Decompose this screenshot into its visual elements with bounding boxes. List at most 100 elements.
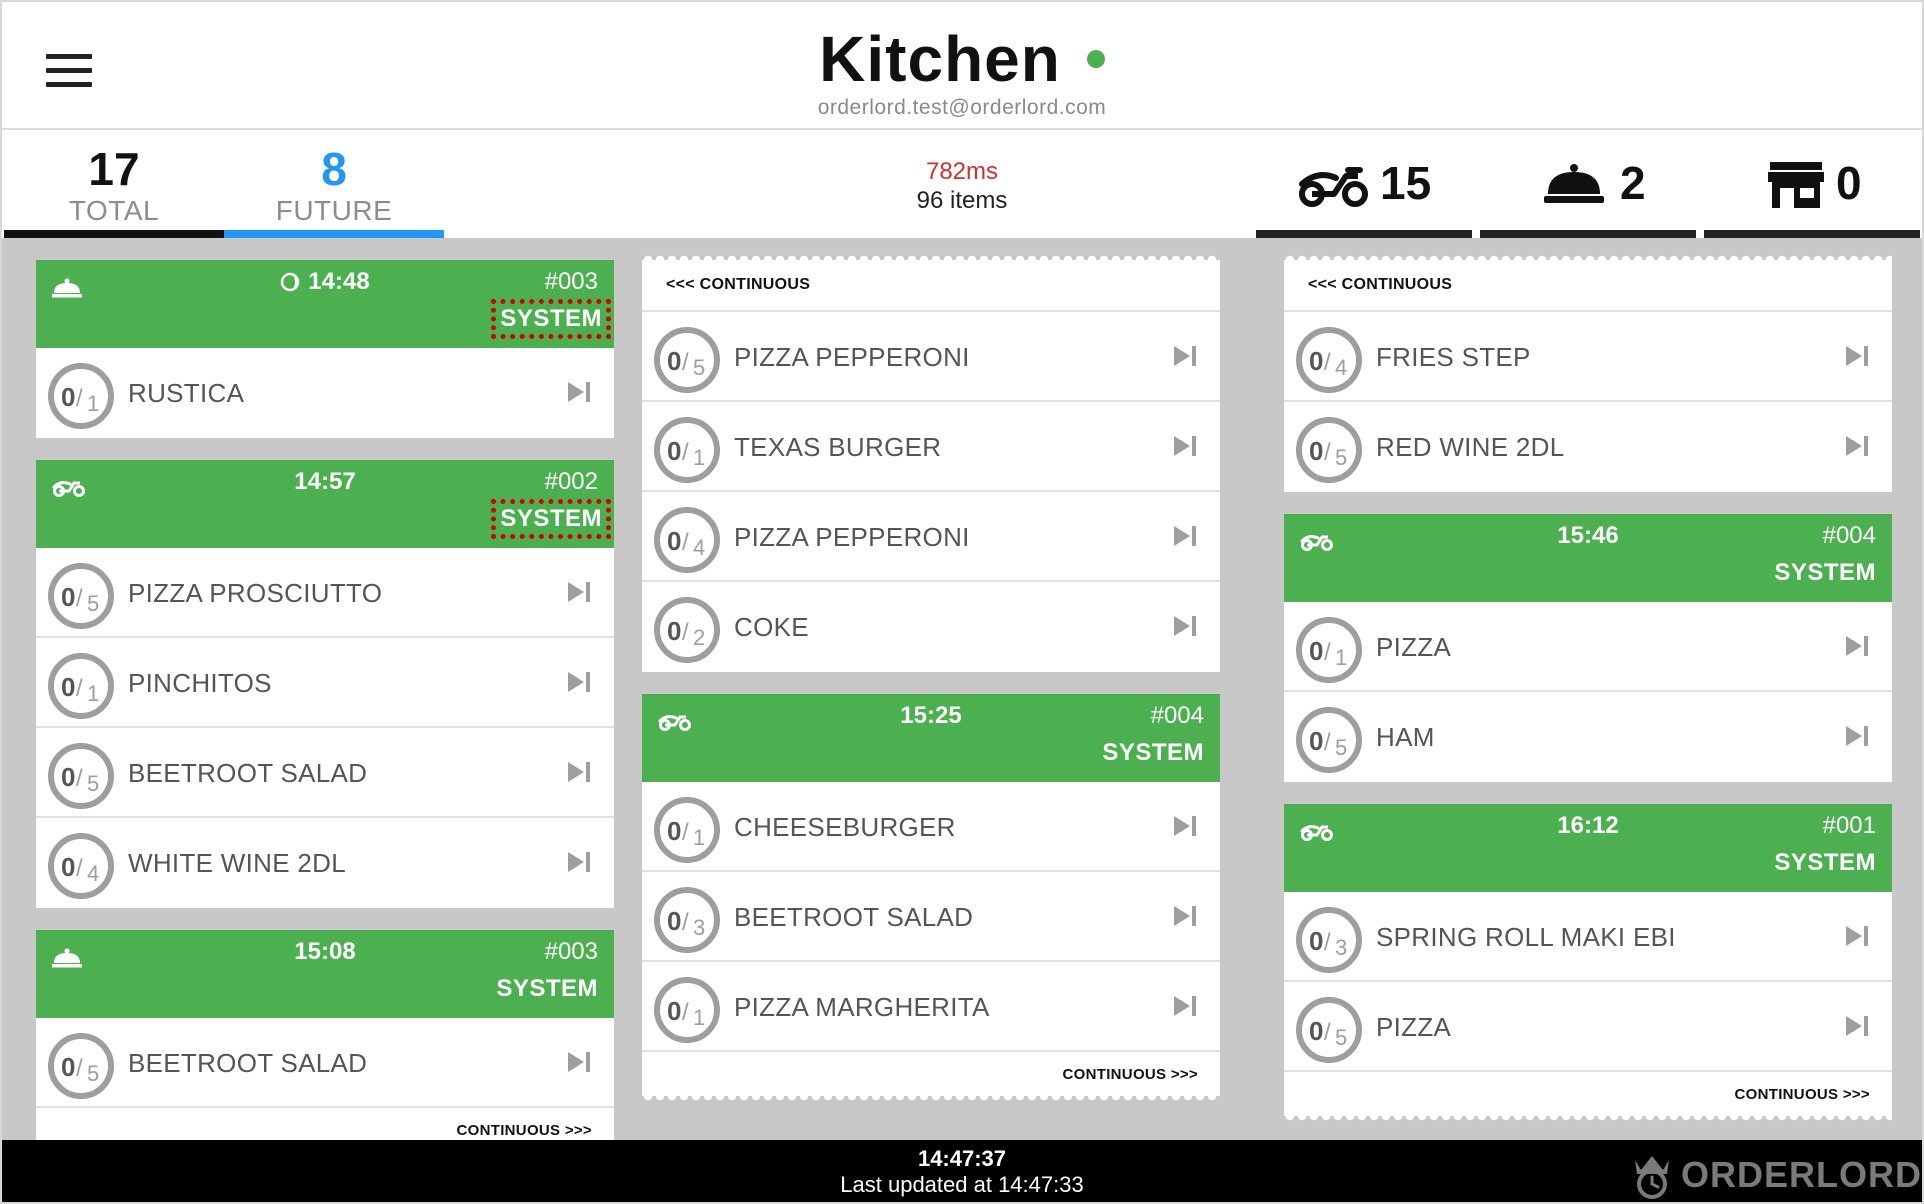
order-item-row[interactable]: 0/3 SPRING ROLL MAKI EBI (1284, 892, 1892, 982)
quantity-progress[interactable]: 0/5 (654, 327, 720, 393)
item-name: CHEESEBURGER (734, 812, 956, 842)
quantity-progress[interactable]: 0/5 (1296, 707, 1362, 773)
future-count: 8 (321, 143, 347, 195)
continues-label-bar: CONTINUOUS >>> (1284, 1072, 1892, 1116)
order-item-row[interactable]: 0/1 TEXAS BURGER (642, 402, 1220, 492)
quantity-total: 5 (693, 355, 706, 380)
skip-next-icon[interactable] (566, 670, 592, 694)
total-label: TOTAL (68, 195, 160, 226)
tab-future[interactable]: 8 FUTURE (224, 132, 444, 238)
quantity-progress[interactable]: 0/5 (48, 1033, 114, 1099)
takeaway-filter[interactable]: 2 (1480, 132, 1696, 238)
quantity-separator: / (76, 765, 83, 792)
order-item-row[interactable]: 0/4 WHITE WINE 2DL (36, 818, 614, 908)
dine-in-filter[interactable]: 0 (1704, 132, 1920, 238)
order-item-row[interactable]: 0/5 RED WINE 2DL (1284, 402, 1892, 492)
skip-next-icon[interactable] (1172, 434, 1198, 458)
order-ticket: 14:57 #002 SYSTEM 0/5 PIZZA PROSCIUTTO 0/1 PIN… (36, 460, 614, 908)
skip-next-icon[interactable] (1172, 994, 1198, 1018)
item-name: WHITE WINE 2DL (128, 848, 346, 878)
ticket-continuation: <<< CONTINUOUS 0/5 PIZZA PEPPERONI 0/1 TEXAS… (642, 254, 1220, 672)
counter-underline (1480, 230, 1696, 238)
quantity-progress[interactable]: 0/5 (1296, 417, 1362, 483)
order-item-row[interactable]: 0/4 PIZZA PEPPERONI (642, 492, 1220, 582)
ticket-header[interactable]: 14:48 #003 SYSTEM (36, 260, 614, 348)
skip-next-icon[interactable] (1172, 524, 1198, 548)
ticket-header[interactable]: 15:25 #004 SYSTEM (642, 694, 1220, 782)
quantity-progress[interactable]: 0/2 (654, 597, 720, 663)
tab-indicator (4, 230, 224, 238)
counter-underline (1704, 230, 1920, 238)
order-item-row[interactable]: 0/3 BEETROOT SALAD (642, 872, 1220, 962)
torn-edge (1284, 1116, 1892, 1122)
quantity-separator: / (682, 529, 689, 556)
quantity-done: 0 (61, 1052, 76, 1082)
order-item-row[interactable]: 0/4 FRIES STEP (1284, 312, 1892, 402)
order-item-row[interactable]: 0/5 PIZZA PEPPERONI (642, 312, 1220, 402)
torn-edge (642, 1096, 1220, 1102)
quantity-progress[interactable]: 0/5 (1296, 997, 1362, 1063)
quantity-progress[interactable]: 0/1 (48, 653, 114, 719)
quantity-progress[interactable]: 0/4 (48, 833, 114, 899)
order-ticket: 14:48 #003 SYSTEM 0/1 RUSTICA (36, 260, 614, 438)
item-name: RUSTICA (128, 378, 245, 408)
skip-next-icon[interactable] (1844, 924, 1870, 948)
quantity-total: 5 (1335, 735, 1348, 760)
quantity-progress[interactable]: 0/1 (48, 363, 114, 429)
quantity-progress[interactable]: 0/3 (654, 887, 720, 953)
quantity-done: 0 (667, 346, 682, 376)
order-item-row[interactable]: 0/1 PINCHITOS (36, 638, 614, 728)
skip-next-icon[interactable] (566, 850, 592, 874)
skip-next-icon[interactable] (566, 380, 592, 404)
quantity-progress[interactable]: 0/1 (654, 417, 720, 483)
order-item-row[interactable]: 0/5 PIZZA (1284, 982, 1892, 1072)
ticket-header[interactable]: 14:57 #002 SYSTEM (36, 460, 614, 548)
skip-next-icon[interactable] (1172, 344, 1198, 368)
skip-next-icon[interactable] (566, 760, 592, 784)
quantity-separator: / (1324, 929, 1331, 956)
skip-next-icon[interactable] (566, 580, 592, 604)
ticket-header[interactable]: 15:46 #004 SYSTEM (1284, 514, 1892, 602)
order-item-row[interactable]: 0/5 PIZZA PROSCIUTTO (36, 548, 614, 638)
quantity-progress[interactable]: 0/4 (654, 507, 720, 573)
skip-next-icon[interactable] (1844, 344, 1870, 368)
order-item-row[interactable]: 0/1 RUSTICA (36, 348, 614, 438)
order-item-row[interactable]: 0/5 HAM (1284, 692, 1892, 782)
ticket-header[interactable]: 16:12 #001 SYSTEM (1284, 804, 1892, 892)
skip-next-icon[interactable] (1172, 614, 1198, 638)
delivery-filter[interactable]: 15 (1256, 132, 1472, 238)
order-item-row[interactable]: 0/1 PIZZA MARGHERITA (642, 962, 1220, 1052)
quantity-progress[interactable]: 0/5 (48, 563, 114, 629)
quantity-progress[interactable]: 0/1 (654, 797, 720, 863)
skip-next-icon[interactable] (566, 1050, 592, 1074)
total-count: 17 (88, 143, 140, 195)
skip-next-icon[interactable] (1844, 634, 1870, 658)
quantity-progress[interactable]: 0/4 (1296, 327, 1362, 393)
skip-next-icon[interactable] (1172, 814, 1198, 838)
tab-total[interactable]: 17 TOTAL (4, 132, 224, 238)
quantity-progress[interactable]: 0/5 (48, 743, 114, 809)
skip-next-icon[interactable] (1172, 904, 1198, 928)
ticket-header[interactable]: 15:08 #003 SYSTEM (36, 930, 614, 1018)
order-source-badge: SYSTEM (491, 499, 611, 539)
brand-logo: ORDERLORD (1627, 1152, 1922, 1199)
order-item-row[interactable]: 0/1 PIZZA (1284, 602, 1892, 692)
quantity-total: 4 (1335, 355, 1348, 380)
quantity-total: 1 (693, 445, 706, 470)
continued-label: <<< CONTINUOUS (666, 276, 811, 293)
continued-label-bar: <<< CONTINUOUS (1284, 260, 1892, 312)
quantity-progress[interactable]: 0/1 (1296, 617, 1362, 683)
order-item-row[interactable]: 0/5 BEETROOT SALAD (36, 1018, 614, 1108)
order-item-row[interactable]: 0/5 BEETROOT SALAD (36, 728, 614, 818)
dine-in-count: 0 (1836, 157, 1862, 209)
quantity-total: 4 (693, 535, 706, 560)
quantity-progress[interactable]: 0/1 (654, 977, 720, 1043)
quantity-progress[interactable]: 0/3 (1296, 907, 1362, 973)
skip-next-icon[interactable] (1844, 434, 1870, 458)
order-item-row[interactable]: 0/1 CHEESEBURGER (642, 782, 1220, 872)
scooter-icon (1299, 167, 1368, 207)
skip-next-icon[interactable] (1844, 1014, 1870, 1038)
skip-next-icon[interactable] (1844, 724, 1870, 748)
quantity-done: 0 (667, 526, 682, 556)
order-item-row[interactable]: 0/2 COKE (642, 582, 1220, 672)
